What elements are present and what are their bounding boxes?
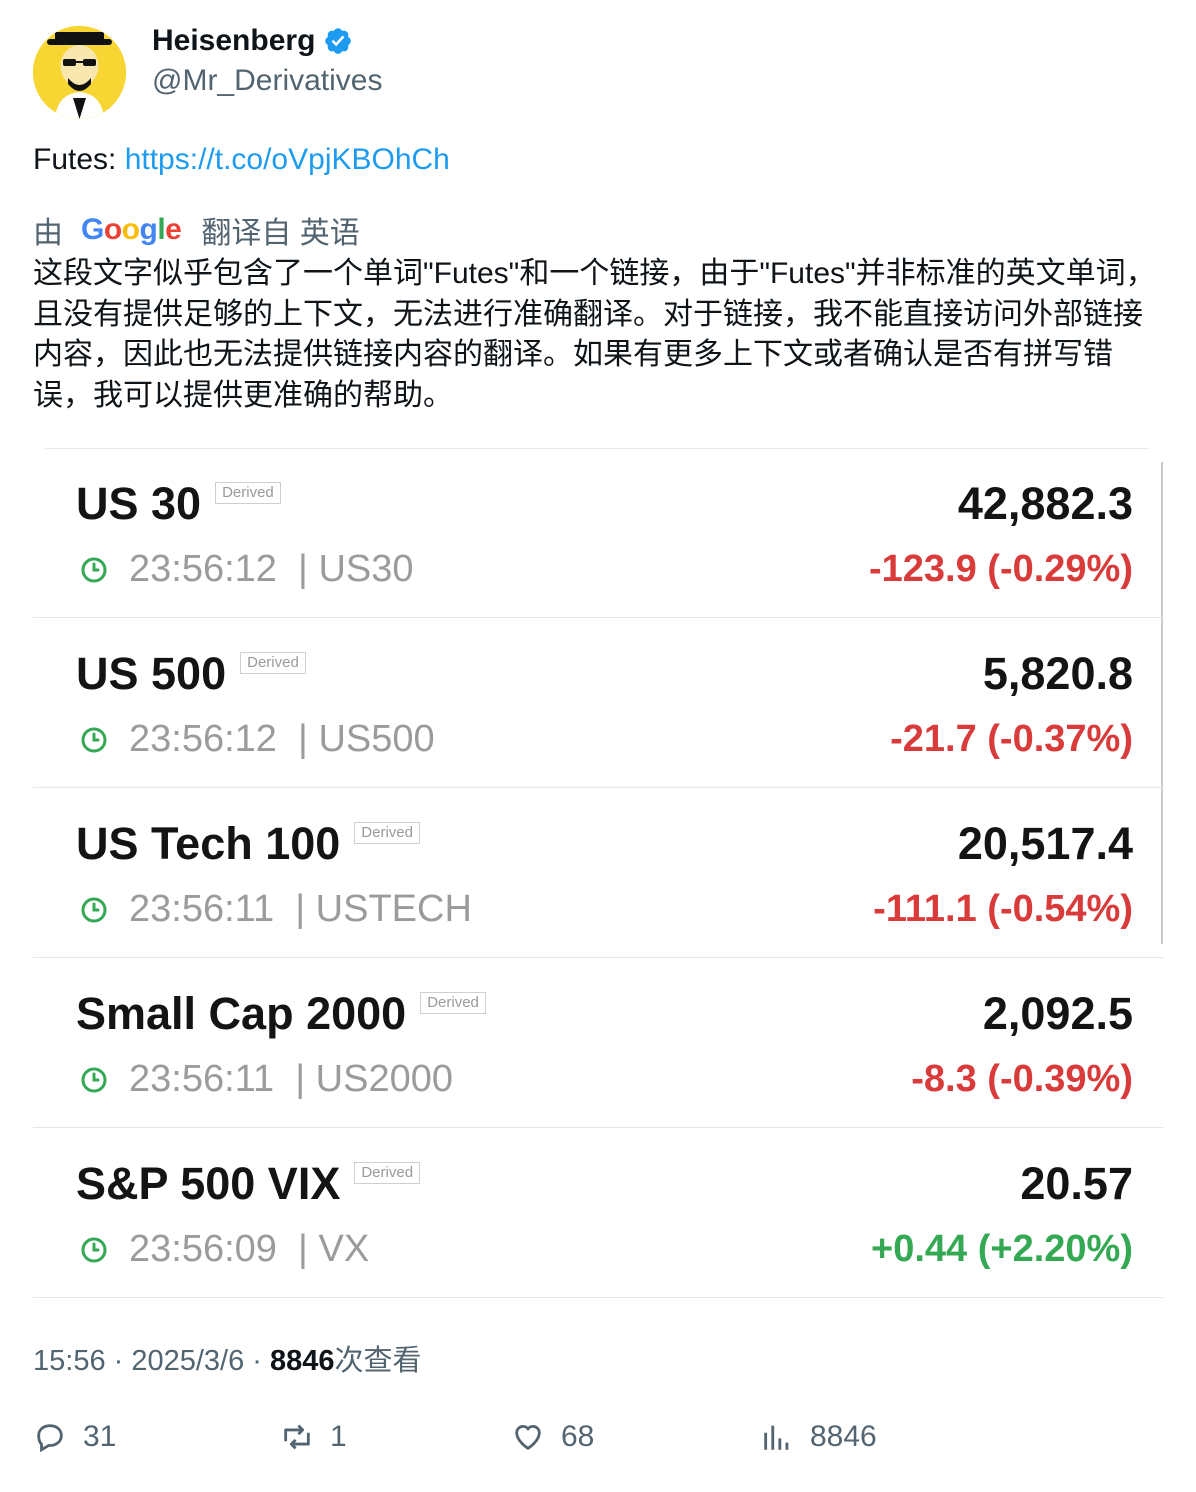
quote-time: 23:56:11: [129, 888, 275, 930]
views-count: 8846: [270, 1345, 335, 1377]
quote-row: Small Cap 2000 Derived 23:56:11 | US2000…: [33, 958, 1163, 1128]
derived-badge: Derived: [215, 482, 281, 504]
quote-time: 23:56:12: [129, 718, 277, 760]
clock-icon: [81, 897, 107, 922]
like-count: 68: [561, 1420, 595, 1453]
instrument-name: US 30: [76, 478, 202, 529]
quote-time: 23:56:09: [129, 1228, 277, 1270]
quote-row: US 500 Derived 23:56:12 | US500 5,820.8 …: [33, 618, 1163, 788]
verified-badge-icon: [325, 28, 352, 54]
views-label: 次查看: [334, 1345, 422, 1377]
quote-price: 20.57: [1020, 1158, 1133, 1209]
author-handle[interactable]: @Mr_Derivatives: [152, 64, 383, 98]
repost-count: 1: [330, 1420, 347, 1453]
meta-separator: ·: [244, 1345, 271, 1377]
quote-price: 2,092.5: [982, 988, 1133, 1039]
tweet-text: Futes: https://t.co/oVpjKBOhCh: [33, 143, 450, 177]
avatar[interactable]: [33, 26, 126, 119]
instrument-name-row: S&P 500 VIX Derived: [76, 1158, 421, 1210]
quote-change: -21.7 (-0.37%): [890, 718, 1133, 760]
quote-change: -123.9 (-0.29%): [868, 548, 1133, 590]
instrument-name-row: US 500 Derived: [76, 648, 306, 700]
quote-price: 20,517.4: [957, 818, 1133, 869]
author-name[interactable]: Heisenberg: [152, 24, 315, 58]
instrument-name: US Tech 100: [76, 818, 341, 869]
quote-time: 23:56:12: [129, 548, 277, 590]
quote-symbol: | US500: [298, 718, 435, 760]
reply-button[interactable]: 31: [33, 1420, 116, 1454]
quote-row: US 30 Derived 23:56:12 | US30 42,882.3 -…: [33, 448, 1163, 618]
quote-time-row: 23:56:09 | VX: [81, 1228, 369, 1271]
translation-attribution[interactable]: 由 Google 翻译自 英语: [33, 208, 360, 252]
tweet-link[interactable]: https://t.co/oVpjKBOhCh: [125, 143, 450, 176]
quote-symbol: | USTECH: [295, 888, 472, 930]
google-logo: Google: [81, 213, 182, 246]
clock-icon: [81, 1237, 107, 1262]
quote-change: -8.3 (-0.39%): [911, 1058, 1133, 1100]
quote-time-row: 23:56:11 | USTECH: [81, 888, 472, 931]
quote-time: 23:56:11: [129, 1058, 275, 1100]
meta-separator: ·: [105, 1345, 132, 1377]
quote-row: S&P 500 VIX Derived 23:56:09 | VX 20.57 …: [33, 1128, 1163, 1298]
quote-symbol: | US30: [298, 548, 414, 590]
derived-badge: Derived: [420, 992, 486, 1014]
quote-time-row: 23:56:12 | US30: [81, 548, 414, 591]
analytics-icon: [764, 1425, 789, 1450]
translated-text: 这段文字似乎包含了一个单词"Futes"和一个链接，由于"Futes"并非标准的…: [33, 257, 1156, 412]
tweet-time[interactable]: 15:56: [33, 1345, 106, 1377]
quote-time-row: 23:56:11 | US2000: [81, 1058, 453, 1101]
translation-by-label: 由: [33, 217, 63, 250]
repost-button[interactable]: 1: [280, 1420, 347, 1454]
heisenberg-avatar-icon: [33, 26, 126, 119]
author-name-row[interactable]: Heisenberg: [152, 24, 353, 58]
quote-change: +0.44 (+2.20%): [871, 1228, 1133, 1270]
quote-time-row: 23:56:12 | US500: [81, 718, 435, 761]
quote-change: -111.1 (-0.54%): [873, 888, 1133, 930]
derived-badge: Derived: [240, 652, 306, 674]
derived-badge: Derived: [354, 1162, 421, 1184]
quote-row: US Tech 100 Derived 23:56:11 | USTECH 20…: [33, 788, 1163, 958]
heart-icon: [515, 1425, 541, 1451]
views-action-count: 8846: [810, 1420, 877, 1453]
like-button[interactable]: 68: [511, 1420, 594, 1454]
row-divider: [33, 1297, 1163, 1298]
action-bar: 31 1 68 8846: [33, 1420, 1163, 1470]
instrument-name: S&P 500 VIX: [76, 1158, 341, 1209]
clock-icon: [81, 727, 107, 752]
instrument-name-row: US 30 Derived: [76, 478, 281, 530]
repost-icon: [284, 1424, 310, 1450]
instrument-name-row: US Tech 100 Derived: [76, 818, 420, 870]
instrument-name: US 500: [76, 648, 227, 699]
views-button[interactable]: 8846: [760, 1420, 877, 1454]
derived-badge: Derived: [354, 822, 420, 844]
tweet-meta: 15:56 · 2025/3/6 · 8846次查看: [33, 1337, 422, 1379]
instrument-name: Small Cap 2000: [76, 988, 407, 1039]
reply-count: 31: [83, 1420, 117, 1453]
quotes-image-card[interactable]: US 30 Derived 23:56:12 | US30 42,882.3 -…: [33, 448, 1163, 1300]
quote-symbol: | VX: [298, 1228, 370, 1270]
tweet-date[interactable]: 2025/3/6: [131, 1345, 244, 1377]
reply-icon: [37, 1424, 63, 1453]
tweet-prefix: Futes:: [33, 143, 125, 176]
quote-price: 5,820.8: [982, 648, 1133, 699]
instrument-name-row: Small Cap 2000 Derived: [76, 988, 486, 1040]
translation-from-label: 翻译自 英语: [201, 217, 360, 250]
quote-symbol: | US2000: [295, 1058, 453, 1100]
clock-icon: [81, 1067, 107, 1092]
quote-price: 42,882.3: [957, 478, 1133, 529]
clock-icon: [81, 557, 107, 582]
